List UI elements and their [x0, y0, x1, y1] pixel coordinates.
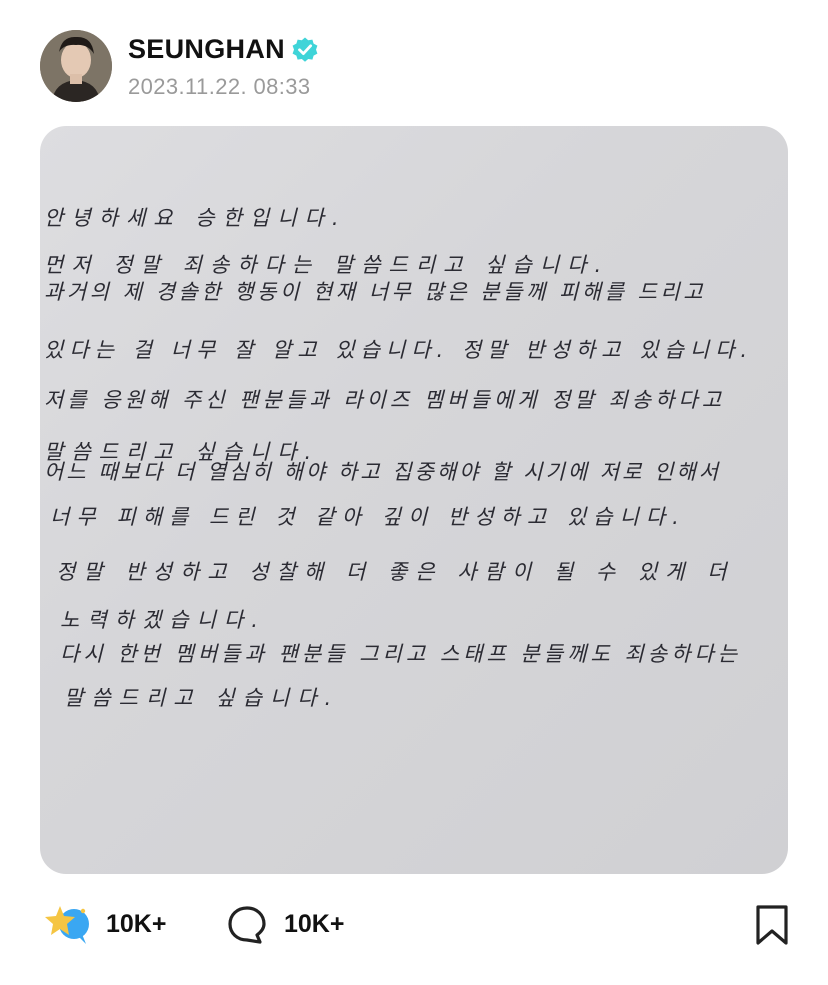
post-image-handwritten-letter[interactable]: 안녕하세요 승한입니다. 먼저 정말 죄송하다는 말씀드리고 싶습니다. 과거의…	[40, 126, 788, 874]
author-row: SEUNGHAN	[128, 34, 319, 65]
verified-badge-icon	[291, 36, 319, 64]
avatar[interactable]	[40, 30, 112, 102]
letter-line: 정말 반성하고 성찰해 더 좋은 사람이 될 수 있게 더	[56, 560, 735, 584]
post-actions: 10K+ 10K+	[40, 900, 790, 950]
letter-line: 안녕하세요 승한입니다.	[44, 206, 347, 230]
speech-bubble-icon[interactable]	[226, 904, 268, 946]
letter-line: 있다는 걸 너무 잘 알고 있습니다. 정말 반성하고 있습니다.	[44, 338, 754, 362]
star-sparkle-icon[interactable]	[42, 902, 96, 948]
letter-line: 저를 응원해 주신 팬분들과 라이즈 멤버들에게 정말 죄송하다고	[44, 388, 726, 412]
post-header: SEUNGHAN 2023.11.22. 08:33	[40, 30, 800, 104]
letter-line: 말씀드리고 싶습니다.	[64, 686, 340, 710]
like-count: 10K+	[106, 910, 167, 938]
letter-line: 노력하겠습니다.	[60, 608, 266, 632]
author-name[interactable]: SEUNGHAN	[128, 34, 285, 65]
handwritten-letter-text: 안녕하세요 승한입니다. 먼저 정말 죄송하다는 말씀드리고 싶습니다. 과거의…	[40, 126, 788, 874]
letter-line: 어느 때보다 더 열심히 해야 하고 집중해야 할 시기에 저로 인해서	[44, 460, 722, 484]
letter-line: 과거의 제 경솔한 행동이 현재 너무 많은 분들께 피해를 드리고	[44, 280, 707, 304]
profile-photo-icon	[40, 30, 112, 102]
comment-count: 10K+	[284, 910, 345, 938]
letter-line: 다시 한번 멤버들과 팬분들 그리고 스태프 분들께도 죄송하다는	[60, 642, 742, 666]
letter-line: 너무 피해를 드린 것 같아 깊이 반성하고 있습니다.	[50, 505, 686, 529]
post-timestamp: 2023.11.22. 08:33	[128, 74, 311, 99]
bookmark-icon[interactable]	[754, 904, 790, 946]
letter-line: 먼저 정말 죄송하다는 말씀드리고 싶습니다.	[44, 253, 610, 277]
